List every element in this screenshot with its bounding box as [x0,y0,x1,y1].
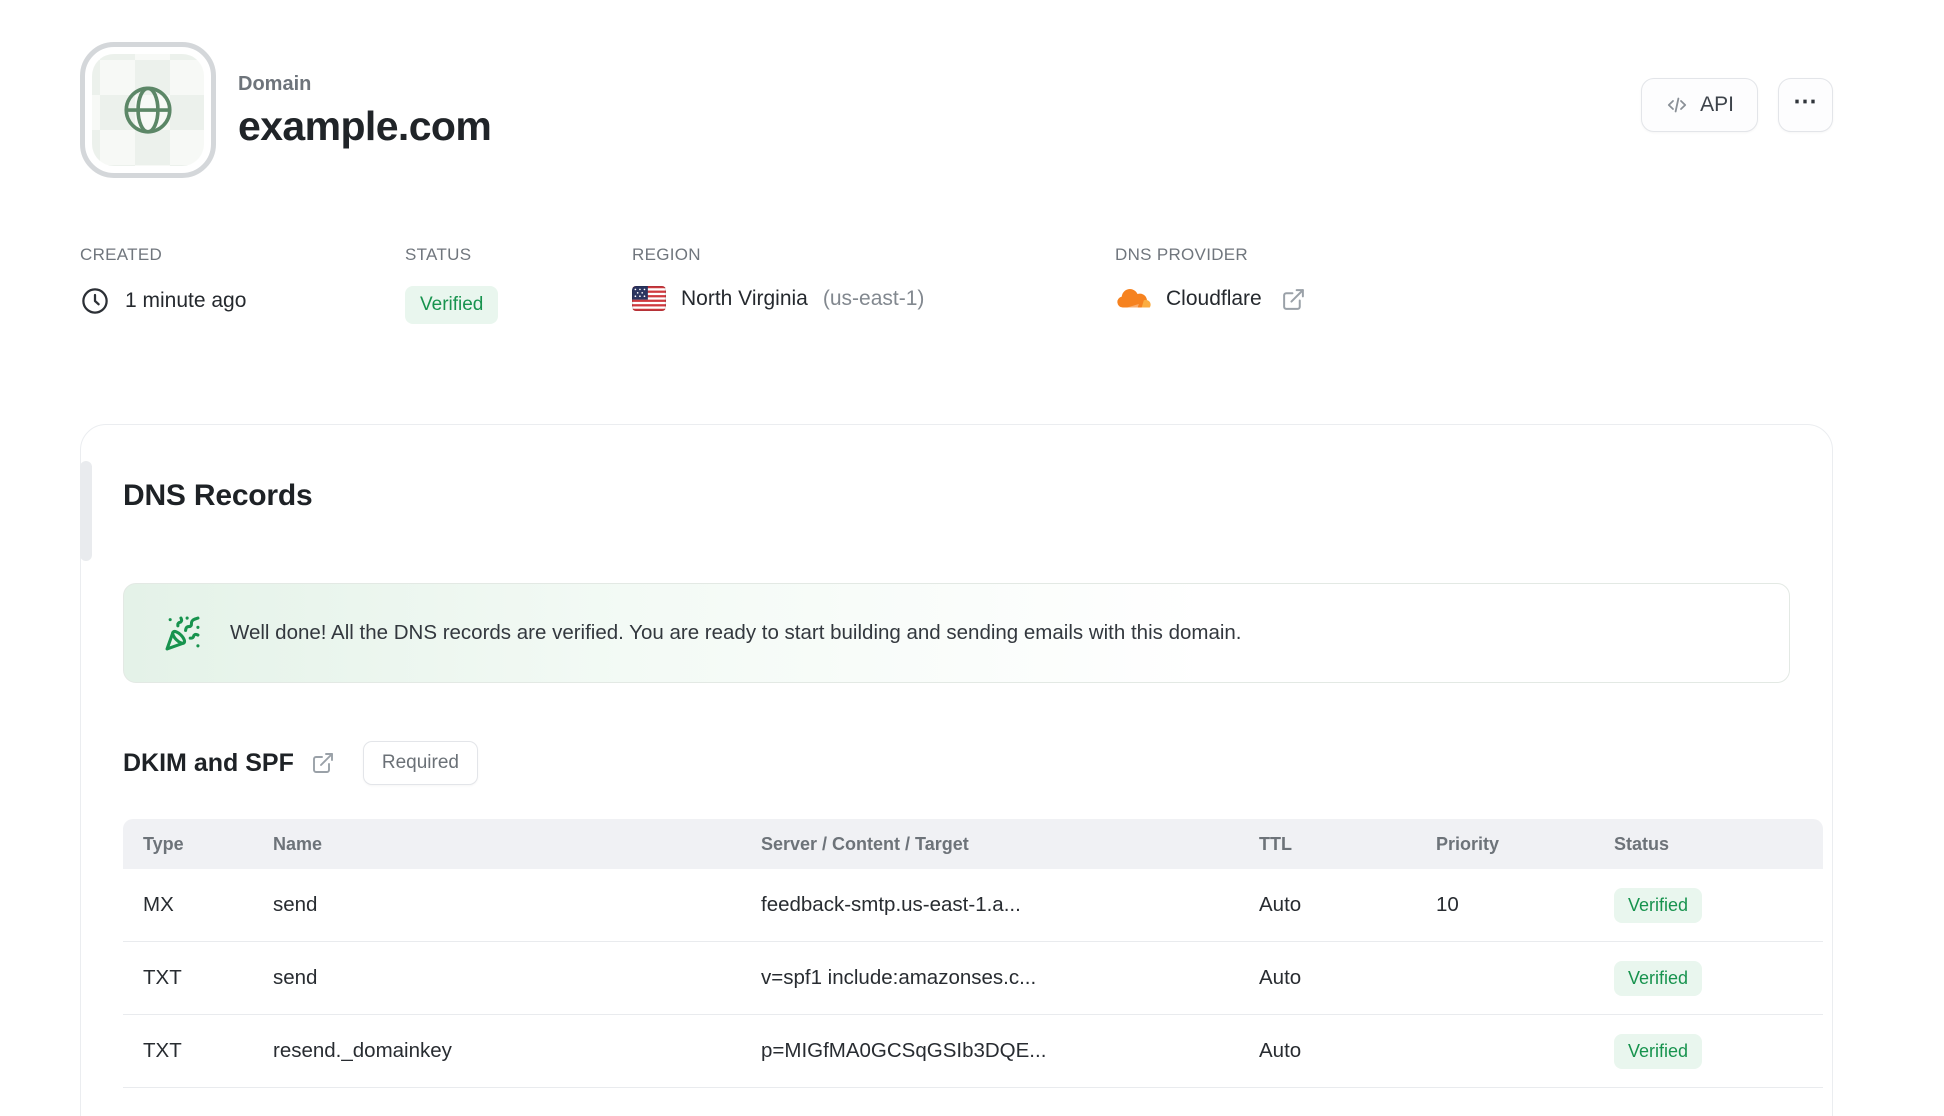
column-header-content: Server / Content / Target [761,833,969,854]
api-button-label: API [1700,93,1734,116]
cell-name: resend._domainkey [273,1039,452,1062]
region-value-row: North Virginia (us-east-1) [632,286,1115,311]
dns-records-table: Type Name Server / Content / Target TTL … [123,819,1823,1088]
domain-identity: Domain example.com [80,42,492,178]
meta-status: STATUS Verified [405,245,632,324]
cell-status: Verified [1614,1033,1823,1069]
code-icon [1668,97,1687,113]
column-header-priority: Priority [1436,833,1500,854]
created-value: 1 minute ago [125,289,247,312]
page-content: Domain example.com API ⋯ CREATED 1 minut… [80,42,1833,1116]
page-eyebrow: Domain [238,72,312,95]
column-header-ttl: TTL [1259,833,1292,854]
card-scroll-indicator [80,461,92,561]
region-code: (us-east-1) [822,286,925,310]
dkim-spf-title: DKIM and SPF [123,748,294,777]
dns-provider-value-row: Cloudflare [1115,286,1306,312]
api-button[interactable]: API [1641,78,1758,132]
table-row: TXT resend._domainkey p=MIGfMA0GCSqGSIb3… [123,1015,1823,1088]
domain-avatar [80,42,216,178]
meta-region: REGION North Virginia (us-east-1) [632,245,1115,324]
globe-icon [124,86,172,134]
page-title: example.com [238,102,492,149]
external-link-icon[interactable] [1281,287,1306,312]
table-row: MX send feedback-smtp.us-east-1.a... Aut… [123,869,1823,942]
cell-status: Verified [1614,960,1823,996]
success-banner-message: Well done! All the DNS records are verif… [230,621,1242,644]
status-badge: Verified [1614,1033,1703,1069]
status-badge: Verified [405,286,499,324]
cell-type: MX [143,893,174,916]
cell-content: v=spf1 include:amazonses.c... [761,966,1037,989]
page-header: Domain example.com API ⋯ [80,42,1833,178]
cell-ttl: Auto [1259,966,1302,989]
status-value-row: Verified [405,286,632,324]
cell-name: send [273,966,318,989]
domain-detail-page: Domain example.com API ⋯ CREATED 1 minut… [0,0,1944,1116]
external-link-icon[interactable] [311,751,335,775]
us-flag-icon [632,286,666,311]
table-row: TXT send v=spf1 include:amazonses.c... A… [123,942,1823,1015]
cell-ttl: Auto [1259,893,1302,916]
column-header-name: Name [273,833,323,854]
cell-name: send [273,893,318,916]
header-actions: API ⋯ [1641,78,1833,132]
cell-status: Verified [1614,887,1823,923]
avatar-checkerboard [92,54,204,166]
domain-meta-row: CREATED 1 minute ago STATUS Verified REG… [80,245,1833,324]
created-value-row: 1 minute ago [80,286,405,316]
required-badge: Required [362,741,478,785]
cell-priority: 10 [1436,893,1459,916]
more-options-button[interactable]: ⋯ [1778,78,1833,132]
table-header-row: Type Name Server / Content / Target TTL … [123,819,1823,869]
status-label: STATUS [405,245,472,264]
region-label: REGION [632,245,701,264]
status-badge: Verified [1614,960,1703,996]
cell-ttl: Auto [1259,1039,1302,1062]
dns-records-card: DNS Records Well done! All the DNS recor… [80,424,1833,1116]
party-popper-icon [165,616,200,650]
cell-content: feedback-smtp.us-east-1.a... [761,893,1021,916]
meta-created: CREATED 1 minute ago [80,245,405,324]
dns-records-heading: DNS Records [123,479,313,512]
dkim-spf-section-header: DKIM and SPF Required [123,741,1790,785]
column-header-status: Status [1614,833,1670,854]
ellipsis-icon: ⋯ [1793,87,1818,115]
cell-type: TXT [143,1039,182,1062]
column-header-type: Type [143,833,184,854]
status-badge: Verified [1614,887,1703,923]
cell-type: TXT [143,966,182,989]
title-block: Domain example.com [238,71,492,150]
cell-content: p=MIGfMA0GCSqGSIb3DQE... [761,1039,1047,1062]
clock-icon [82,288,108,314]
dns-provider-label: DNS PROVIDER [1115,245,1249,264]
success-banner: Well done! All the DNS records are verif… [123,583,1790,683]
dns-provider-value: Cloudflare [1166,287,1262,310]
meta-dns-provider: DNS PROVIDER Cloudflare [1115,245,1306,324]
cloudflare-icon [1117,289,1151,308]
region-value: North Virginia [681,286,808,310]
created-label: CREATED [80,245,163,264]
